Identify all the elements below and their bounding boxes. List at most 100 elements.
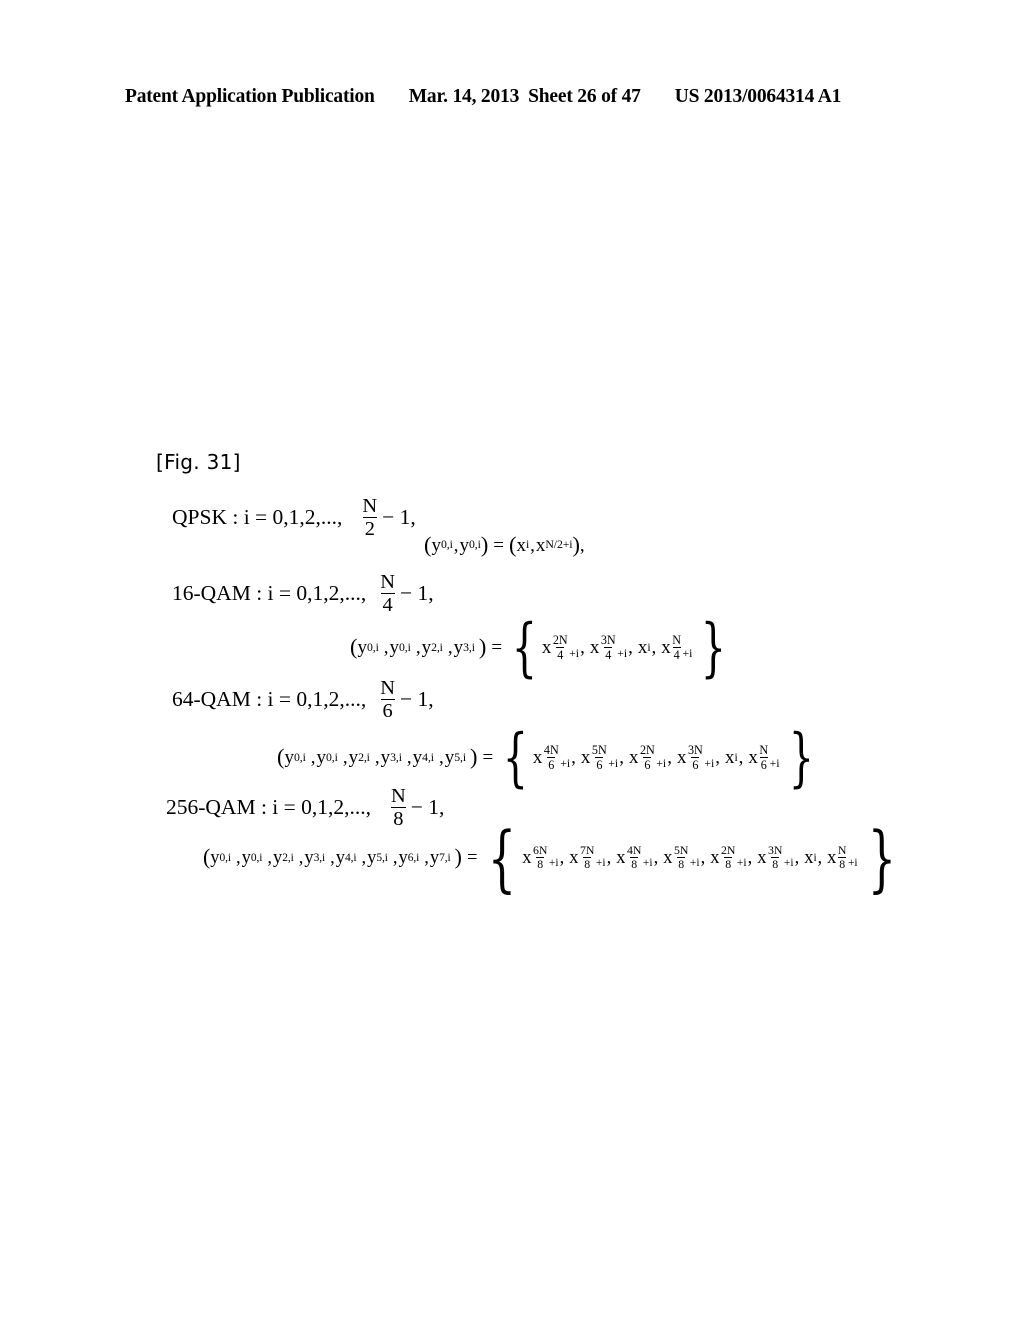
fraction-denominator: 8 (677, 856, 686, 871)
close-brace: } (788, 721, 814, 795)
fraction-denominator: 8 (724, 856, 733, 871)
y-symbol: y (304, 847, 314, 868)
fraction: 7N 8 (579, 844, 595, 871)
fraction: 2N 8 (720, 842, 736, 871)
comma: , (619, 747, 624, 769)
comma: , (653, 847, 659, 868)
condition-256qam-fraction: N 8 (389, 786, 408, 830)
fraction-numerator: N (362, 495, 378, 517)
fraction-offset: +i (704, 756, 715, 770)
figure-31-block: [Fig. 31] QPSK : i = 0,1,2,..., N 2 − 1,… (0, 0, 1024, 1320)
comma: , (667, 747, 672, 769)
y-symbol: y (421, 637, 432, 659)
fraction: N4 (671, 634, 682, 660)
condition-qpsk-prefix: QPSK : i = 0,1,2,..., (172, 505, 343, 530)
x-symbol: x (661, 637, 671, 659)
y-symbol: y (210, 847, 220, 868)
x-symbol: x (804, 847, 814, 868)
fraction-numerator: 2N (720, 842, 736, 857)
y-symbol: y (241, 847, 251, 868)
condition-256qam: 256-QAM : i = 0,1,2,..., N 8 − 1, (166, 786, 444, 830)
equals-sign: = (466, 847, 478, 868)
fraction-numerator: 5N (591, 743, 607, 758)
comma: , (700, 847, 706, 868)
x-subscript-fraction: 3N 4 +i (599, 634, 627, 660)
x-symbol: x (616, 847, 626, 868)
x-symbol: x (637, 637, 648, 659)
close-brace: } (867, 816, 896, 900)
fraction: 3N 8 (767, 842, 783, 871)
open-paren: ( (277, 744, 285, 770)
x-subscript-fraction: 3N 8 +i (766, 842, 794, 871)
fraction-denominator: 8 (630, 856, 639, 871)
fraction-offset: +i (608, 756, 619, 770)
y-symbol: y (273, 847, 283, 868)
fraction-numerator: 2N (639, 743, 655, 758)
y-symbol: y (367, 847, 377, 868)
x-symbol: x (516, 534, 526, 556)
fraction-numerator: N (391, 785, 406, 807)
condition-64qam-prefix: 64-QAM : i = 0,1,2,..., (172, 687, 367, 712)
fraction: 4N 8 (626, 842, 642, 871)
close-paren: ) (480, 532, 489, 557)
fraction-offset: +i (569, 646, 580, 660)
condition-16qam-fraction: N 4 (378, 572, 397, 616)
comma: , (715, 747, 720, 769)
fraction-denominator: 2 (362, 517, 377, 541)
comma: , (738, 747, 744, 769)
comma: , (361, 847, 367, 868)
x-subscript-fraction: 3N 6 +i (686, 744, 714, 770)
condition-256qam-suffix: − 1, (410, 795, 445, 820)
condition-64qam-suffix: − 1, (400, 687, 434, 712)
condition-16qam-suffix: − 1, (400, 581, 434, 606)
fraction-numerator: N (837, 842, 847, 857)
figure-label: [Fig. 31] (156, 450, 241, 474)
fraction-numerator: 4N (543, 743, 559, 758)
comma: , (453, 534, 459, 556)
equals-sign: = (493, 534, 504, 556)
fraction-numerator: 4N (626, 842, 642, 857)
close-brace: } (701, 611, 727, 685)
comma: , (267, 847, 273, 868)
x-symbol: x (589, 637, 600, 659)
comma: , (374, 747, 380, 769)
fraction-offset: +i (595, 857, 606, 870)
x-symbol: x (724, 747, 735, 769)
x-symbol: x (541, 637, 552, 659)
fraction: N8 (837, 842, 848, 871)
trailing-comma: , (579, 534, 585, 556)
fraction-numerator: N (672, 633, 682, 648)
equals-sign: = (482, 747, 494, 769)
y-symbol: y (284, 747, 294, 769)
y-symbol: y (335, 847, 346, 868)
x-subscript-fraction: N 8 +i (836, 842, 858, 871)
close-paren: ) (454, 844, 462, 869)
fraction-offset: +i (783, 857, 794, 870)
close-paren: ) (470, 744, 478, 770)
fraction-offset: +i (548, 857, 559, 870)
open-paren: ( (350, 634, 358, 660)
fraction-numerator: 3N (600, 633, 616, 648)
fraction: 5N 6 (591, 744, 608, 770)
fraction-numerator: 3N (687, 743, 703, 758)
fraction-denominator: 8 (838, 856, 847, 871)
fraction-offset: +i (560, 756, 571, 770)
fraction: N6 (758, 744, 769, 770)
fraction-denominator: 6 (643, 757, 652, 772)
comma: , (424, 847, 429, 868)
comma: , (415, 637, 421, 659)
fraction-denominator: 8 (583, 856, 592, 871)
fraction: 5N 8 (673, 844, 689, 871)
fraction-denominator: 4 (380, 593, 395, 617)
comma: , (392, 847, 398, 868)
x-symbol: x (827, 847, 837, 868)
fraction-offset: +i (656, 756, 667, 770)
fraction-denominator: 6 (547, 757, 556, 772)
comma: , (530, 534, 535, 556)
y-symbol: y (444, 747, 455, 769)
x-subscript-fraction: 6N 8 +i (531, 844, 559, 871)
fraction-denominator: 6 (595, 757, 604, 772)
fraction-numerator: 3N (767, 842, 783, 857)
x-symbol: x (580, 747, 591, 769)
condition-qpsk: QPSK : i = 0,1,2,..., N 2 − 1, (172, 496, 416, 540)
